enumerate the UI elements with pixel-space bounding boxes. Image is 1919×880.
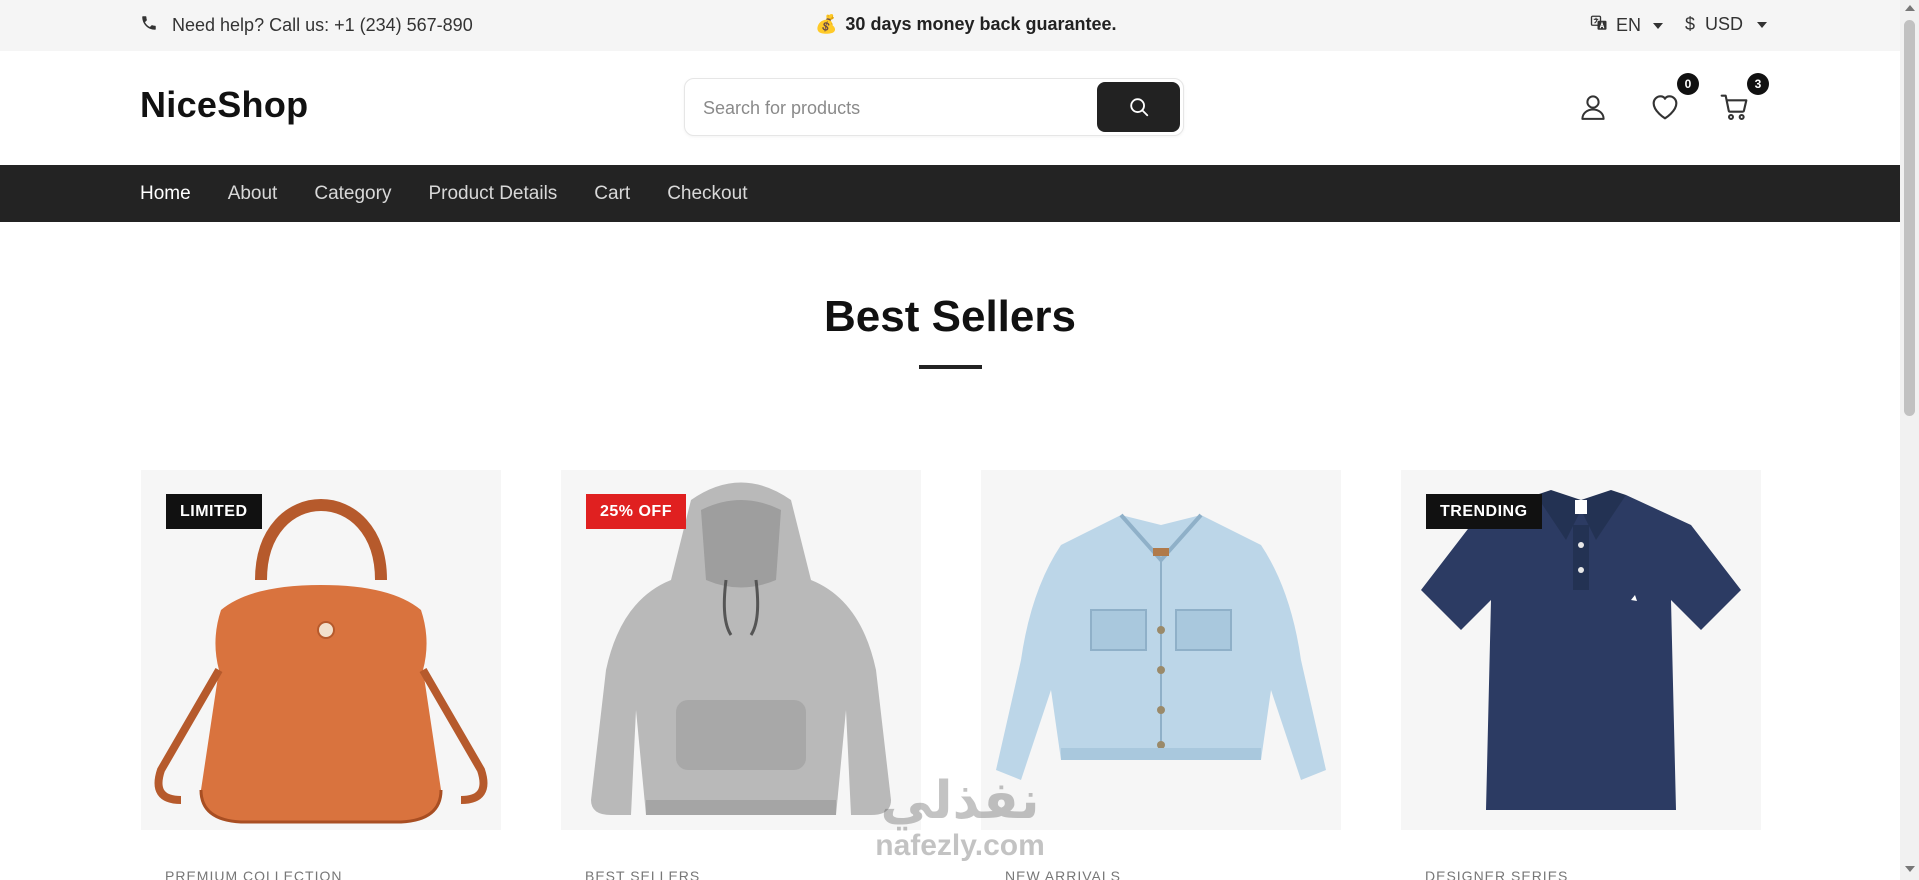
- watermark: نفذلي nafezly.com: [850, 775, 1070, 863]
- scrollbar-thumb[interactable]: [1904, 20, 1915, 416]
- product-tag-badge: 25% OFF: [586, 494, 686, 529]
- cart-count-badge: 3: [1747, 73, 1769, 95]
- section-title: Best Sellers: [824, 292, 1076, 341]
- chevron-down-icon: [1757, 21, 1768, 28]
- product-category: PREMIUM COLLECTION: [165, 868, 343, 880]
- nav-item-cart[interactable]: Cart: [594, 183, 630, 205]
- product-card[interactable]: TRENDING DESIGNER SERIES: [1401, 470, 1761, 880]
- scroll-down-arrow-icon[interactable]: [1905, 866, 1915, 872]
- help-text: Need help? Call us: +1 (234) 567-890: [172, 15, 473, 35]
- search-input[interactable]: [703, 93, 1083, 123]
- wishlist-count-badge: 0: [1677, 73, 1699, 95]
- nav-menu: Home About Category Product Details Cart…: [140, 165, 747, 222]
- search-button[interactable]: [1097, 82, 1180, 132]
- phone-icon: [140, 14, 158, 37]
- nav-item-product-details[interactable]: Product Details: [428, 183, 557, 205]
- top-info-bar: Need help? Call us: +1 (234) 567-890 💰 3…: [0, 0, 1900, 51]
- watermark-arabic-text: نفذلي: [880, 771, 1040, 831]
- product-category: DESIGNER SERIES: [1425, 868, 1569, 880]
- money-back-promo: 💰 30 days money back guarantee.: [815, 14, 1117, 35]
- currency-selector[interactable]: $ USD: [1685, 14, 1768, 35]
- product-card[interactable]: LIMITED PREMIUM COLLECTION: [141, 470, 501, 880]
- product-category: BEST SELLERS: [585, 868, 701, 880]
- watermark-latin-text: nafezly.com: [875, 829, 1045, 862]
- search-bar: [684, 78, 1184, 136]
- account-button[interactable]: [1573, 87, 1613, 127]
- product-category: NEW ARRIVALS: [1005, 868, 1121, 880]
- language-value: EN: [1616, 15, 1642, 35]
- search-icon: [1129, 98, 1148, 117]
- nav-item-category[interactable]: Category: [314, 183, 391, 205]
- dollar-icon: $: [1685, 14, 1696, 34]
- wishlist-button[interactable]: 0: [1645, 73, 1699, 127]
- promo-text: 30 days money back guarantee.: [845, 14, 1117, 34]
- currency-value: USD: [1705, 14, 1744, 34]
- nav-item-checkout[interactable]: Checkout: [667, 183, 747, 205]
- cart-icon: [1720, 94, 1748, 120]
- product-image-polo[interactable]: TRENDING: [1401, 470, 1761, 830]
- user-icon: [1581, 95, 1605, 120]
- nav-item-home[interactable]: Home: [140, 183, 191, 205]
- money-bag-icon: 💰: [815, 14, 838, 34]
- heart-icon: [1652, 95, 1678, 120]
- page-scrollbar[interactable]: [1900, 0, 1919, 880]
- product-tag-badge: LIMITED: [166, 494, 262, 529]
- main-navigation: Home About Category Product Details Cart…: [0, 165, 1900, 222]
- product-tag-badge: TRENDING: [1426, 494, 1542, 529]
- help-contact: Need help? Call us: +1 (234) 567-890: [140, 14, 473, 37]
- translate-icon: [1590, 14, 1608, 37]
- product-image-bag[interactable]: LIMITED: [141, 470, 501, 830]
- scroll-up-arrow-icon[interactable]: [1905, 5, 1915, 11]
- site-logo[interactable]: NiceShop: [140, 84, 308, 126]
- chevron-down-icon: [1653, 22, 1664, 29]
- nav-item-about[interactable]: About: [228, 183, 278, 205]
- language-selector[interactable]: EN: [1590, 14, 1664, 37]
- title-underline: [919, 365, 982, 369]
- site-header: NiceShop 0 3: [0, 51, 1900, 165]
- cart-button[interactable]: 3: [1715, 73, 1769, 127]
